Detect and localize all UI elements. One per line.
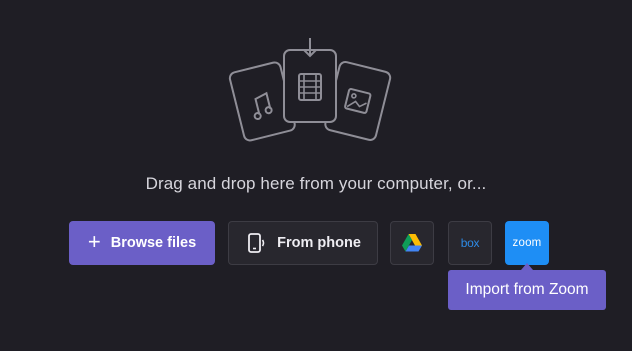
video-card-icon <box>283 49 337 123</box>
tooltip-arrow <box>521 263 533 270</box>
import-from-zoom-tooltip: Import from Zoom <box>448 270 606 310</box>
upload-illustration <box>228 38 392 142</box>
box-logo: box <box>460 236 480 250</box>
browse-files-button[interactable]: + Browse files <box>69 221 215 265</box>
zoom-logo: zoom <box>512 237 542 249</box>
zoom-button[interactable]: zoom <box>505 221 549 265</box>
plus-icon: + <box>87 229 101 254</box>
phone-icon <box>248 233 265 253</box>
browse-files-label: Browse files <box>110 235 197 251</box>
drop-prompt: Drag and drop here from your computer, o… <box>145 174 487 193</box>
google-drive-icon <box>402 234 422 252</box>
from-phone-label: From phone <box>277 235 361 251</box>
from-phone-button[interactable]: From phone <box>228 221 378 265</box>
box-button[interactable]: box <box>448 221 492 265</box>
google-drive-button[interactable] <box>390 221 434 265</box>
